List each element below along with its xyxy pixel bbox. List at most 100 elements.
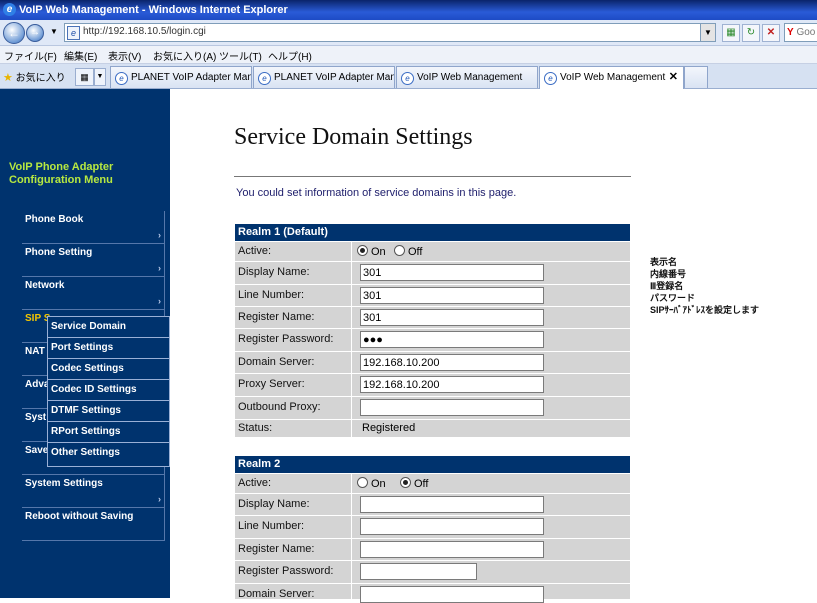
- realm2-active-on-radio[interactable]: On: [357, 477, 386, 490]
- refresh-icon[interactable]: ↻: [742, 24, 760, 42]
- annotation-notes: 表示名 内線番号 Ⅲ登録名 パスワード SIPｻｰﾊﾞｱﾄﾞﾚｽを設定します: [650, 256, 759, 316]
- realm1-active-on-radio[interactable]: On: [357, 245, 386, 258]
- realm1-outbound-proxy-input[interactable]: [360, 399, 544, 416]
- radio-label: On: [371, 246, 386, 258]
- compat-view-icon[interactable]: ▦: [722, 24, 740, 42]
- radio-unchecked-icon: [357, 477, 368, 488]
- submenu-codec-settings[interactable]: Codec Settings: [48, 359, 169, 380]
- column-separator: [351, 285, 352, 307]
- submenu-service-domain[interactable]: Service Domain: [48, 317, 169, 338]
- field-label: Register Password:: [238, 333, 334, 345]
- favorites-label: お気に入り: [15, 73, 66, 84]
- field-label: Domain Server:: [238, 588, 315, 600]
- column-separator: [351, 561, 352, 583]
- submenu-dtmf-settings[interactable]: DTMF Settings: [48, 401, 169, 422]
- realm1-proxy-server-input[interactable]: [360, 376, 544, 393]
- sidebar-item-phone-setting[interactable]: Phone Setting ›: [22, 244, 165, 277]
- realm2-display-name-input[interactable]: [360, 496, 544, 513]
- realm2-header: Realm 2: [235, 456, 630, 473]
- radio-checked-icon: [357, 245, 368, 256]
- tab-ie-icon: e: [544, 72, 557, 85]
- realm1-display-name-input[interactable]: [360, 264, 544, 281]
- realm1-outbound-proxy-row: Outbound Proxy:: [235, 396, 630, 419]
- realm1-register-password-row: Register Password:: [235, 328, 630, 351]
- page-intro: You could set information of service dom…: [236, 187, 517, 199]
- submenu-label: Codec ID Settings: [51, 384, 137, 395]
- field-label: Display Name:: [238, 266, 310, 278]
- submenu-other-settings[interactable]: Other Settings: [48, 443, 169, 463]
- submenu-codec-id-settings[interactable]: Codec ID Settings: [48, 380, 169, 401]
- address-dropdown-icon[interactable]: ▼: [700, 24, 715, 41]
- submenu-label: Port Settings: [51, 342, 114, 353]
- search-provider-icon: Y: [787, 27, 794, 38]
- menu-view[interactable]: 表示(V): [108, 48, 141, 63]
- menu-file[interactable]: ファイル(F): [4, 48, 57, 63]
- realm1-domain-server-input[interactable]: [360, 354, 544, 371]
- chevron-right-icon: ›: [158, 263, 161, 273]
- column-separator: [351, 329, 352, 351]
- search-input[interactable]: Y Goo: [784, 23, 817, 42]
- realm2-active-row: Active: On Off: [235, 473, 630, 493]
- address-bar[interactable]: e http://192.168.10.5/login.cgi ▼: [64, 23, 716, 42]
- close-tab-icon[interactable]: ✕: [669, 67, 678, 88]
- realm2-line-number-input[interactable]: [360, 518, 544, 535]
- forward-button[interactable]: →: [26, 24, 44, 42]
- note-line: Ⅲ登録名: [650, 281, 684, 291]
- history-dropdown-icon[interactable]: ▼: [46, 24, 62, 40]
- tab-3[interactable]: e VoIP Web Management: [396, 66, 538, 88]
- submenu-rport-settings[interactable]: RPort Settings: [48, 422, 169, 443]
- column-separator: [351, 494, 352, 516]
- column-separator: [351, 474, 352, 493]
- sidebar-item-system-settings[interactable]: System Settings ›: [22, 475, 165, 508]
- tab-2[interactable]: e PLANET VoIP Adapter Man...: [253, 66, 395, 88]
- column-separator: [351, 262, 352, 284]
- favorites-star-icon: ★: [3, 72, 13, 84]
- menu-tools[interactable]: ツール(T): [219, 48, 262, 63]
- menu-edit[interactable]: 編集(E): [64, 48, 97, 63]
- page-title: Service Domain Settings: [234, 124, 473, 150]
- menu-favorites[interactable]: お気に入り(A): [153, 48, 216, 63]
- sip-submenu: Service Domain Port Settings Codec Setti…: [47, 316, 170, 467]
- realm1-register-password-input[interactable]: [360, 331, 544, 348]
- realm1-line-number-input[interactable]: [360, 287, 544, 304]
- note-line: パスワード: [650, 293, 696, 303]
- realm2-register-name-input[interactable]: [360, 541, 544, 558]
- quick-tabs-icon[interactable]: ▦: [75, 68, 94, 86]
- new-tab-button[interactable]: [684, 66, 708, 88]
- radio-checked-icon: [400, 477, 411, 488]
- realm2-register-password-input[interactable]: [360, 563, 477, 580]
- realm1-active-row: Active: On Off: [235, 241, 630, 261]
- sidebar-item-reboot[interactable]: Reboot without Saving: [22, 508, 165, 541]
- realm1-active-off-radio[interactable]: Off: [394, 245, 422, 258]
- sidebar-item-label: Adva: [25, 379, 50, 390]
- submenu-port-settings[interactable]: Port Settings: [48, 338, 169, 359]
- realm2-active-off-radio[interactable]: Off: [400, 477, 428, 490]
- column-separator: [351, 242, 352, 261]
- tab-1[interactable]: e PLANET VoIP Adapter Man...: [110, 66, 252, 88]
- menu-help[interactable]: ヘルプ(H): [268, 48, 312, 63]
- tab-4-active[interactable]: e VoIP Web Management ✕: [539, 66, 684, 89]
- field-label: Register Name:: [238, 543, 315, 555]
- tab-bar: ★ お気に入り ▦ ▼ e PLANET VoIP Adapter Man... …: [0, 64, 817, 89]
- field-label: Line Number:: [238, 520, 305, 532]
- sidebar-item-label: Phone Book: [25, 214, 84, 225]
- realm2-domain-server-input[interactable]: [360, 586, 544, 603]
- submenu-label: DTMF Settings: [51, 405, 121, 416]
- tab-list-dropdown-icon[interactable]: ▼: [94, 68, 106, 86]
- realm1-register-name-input[interactable]: [360, 309, 544, 326]
- tab-label: VoIP Web Management: [417, 72, 523, 83]
- column-separator: [351, 516, 352, 538]
- favorites-button[interactable]: ★ お気に入り: [3, 69, 66, 84]
- realm2-register-password-row: Register Password:: [235, 560, 630, 583]
- sidebar-item-network[interactable]: Network ›: [22, 277, 165, 310]
- field-label: Outbound Proxy:: [238, 401, 321, 413]
- field-label: Proxy Server:: [238, 378, 305, 390]
- sidebar-title-line1: VoIP Phone Adapter: [9, 161, 114, 173]
- stop-icon[interactable]: ✕: [762, 24, 780, 42]
- sidebar-item-phone-book[interactable]: Phone Book ›: [22, 211, 165, 244]
- tab-label: PLANET VoIP Adapter Man...: [274, 72, 395, 83]
- sidebar-item-label: Phone Setting: [25, 247, 93, 258]
- chevron-right-icon: ›: [158, 296, 161, 306]
- back-button[interactable]: ←: [3, 22, 25, 44]
- realm1-status-value: Registered: [362, 422, 416, 434]
